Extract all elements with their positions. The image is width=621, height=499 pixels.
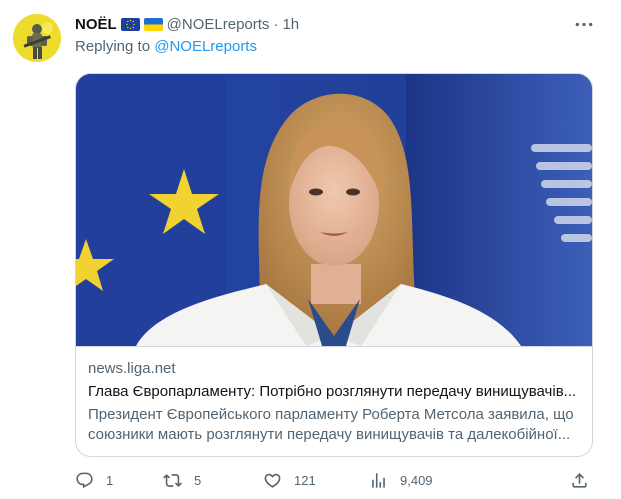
card-text: news.liga.net Глава Європарламенту: Потр… bbox=[76, 346, 592, 456]
card-domain: news.liga.net bbox=[88, 360, 176, 377]
heart-icon bbox=[263, 471, 282, 490]
replying-to-link[interactable]: @NOELreports bbox=[154, 38, 257, 55]
author-name[interactable]: NOËL bbox=[75, 16, 117, 33]
replying-to: Replying to @NOELreports bbox=[75, 38, 257, 58]
views-button[interactable]: 9,409 bbox=[369, 468, 433, 492]
reply-button[interactable]: 1 bbox=[75, 468, 113, 492]
share-icon bbox=[570, 471, 589, 490]
reply-count: 1 bbox=[106, 472, 114, 488]
separator-dot: · bbox=[273, 15, 279, 33]
tweet[interactable]: NOËL @NOELreports · 1h Replying to @NOEL… bbox=[0, 0, 621, 499]
retweet-button[interactable]: 5 bbox=[163, 468, 201, 492]
tweet-header: NOËL @NOELreports · 1h bbox=[75, 14, 299, 34]
views-icon bbox=[369, 471, 388, 490]
views-count: 9,409 bbox=[400, 472, 433, 488]
retweet-count: 5 bbox=[194, 472, 202, 488]
link-card[interactable]: news.liga.net Глава Європарламенту: Потр… bbox=[75, 73, 593, 457]
eu-flag-icon bbox=[120, 17, 140, 31]
avatar-image bbox=[13, 14, 61, 62]
more-dots-icon[interactable] bbox=[572, 16, 596, 32]
like-count: 121 bbox=[294, 472, 316, 488]
timestamp[interactable]: 1h bbox=[282, 16, 299, 33]
card-image bbox=[76, 74, 592, 346]
like-button[interactable]: 121 bbox=[263, 468, 316, 492]
avatar[interactable] bbox=[13, 14, 61, 62]
card-title: Глава Європарламенту: Потрібно розглянут… bbox=[88, 383, 577, 400]
ukraine-flag-icon bbox=[143, 17, 163, 31]
retweet-icon bbox=[163, 471, 182, 490]
card-description: Президент Європейського парламенту Робер… bbox=[88, 406, 574, 443]
action-bar: 1 5 121 9,409 bbox=[75, 468, 595, 492]
replying-prefix: Replying to bbox=[75, 38, 155, 55]
author-handle[interactable]: @NOELreports bbox=[167, 16, 270, 33]
share-button[interactable] bbox=[570, 468, 589, 492]
reply-icon bbox=[75, 471, 94, 490]
